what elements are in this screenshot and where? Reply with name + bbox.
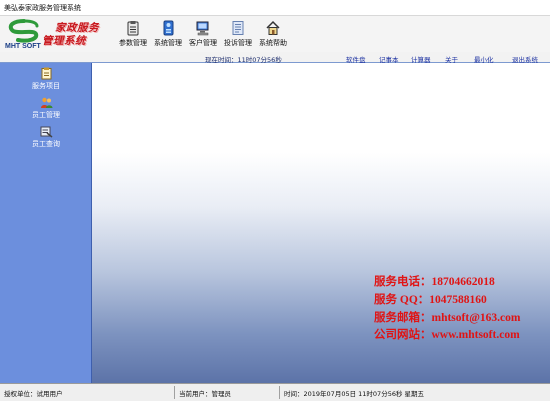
toolbar-button-help[interactable]: 系统帮助 bbox=[253, 20, 293, 52]
title-bar: 美弘泰家政服务管理系统 bbox=[0, 0, 550, 16]
toolbar-button-params[interactable]: 参数管理 bbox=[113, 20, 153, 52]
document-icon bbox=[232, 21, 244, 35]
link-about[interactable]: 关于 bbox=[445, 54, 458, 64]
window-title: 美弘泰家政服务管理系统 bbox=[4, 4, 81, 12]
status-datetime: 时间：2019年07月05日 11时07分56秒 星期五 bbox=[284, 390, 425, 398]
contact-phone: 服务电话：18704662018 bbox=[374, 276, 495, 288]
sidebar-item-staff-search[interactable]: 员工查询 bbox=[0, 125, 92, 151]
toolbar-button-label: 投诉管理 bbox=[224, 39, 252, 47]
toolbar-button-customers[interactable]: 客户管理 bbox=[183, 20, 223, 52]
toolbar-button-label: 系统管理 bbox=[154, 39, 182, 47]
brand-title: 家政服务 管理系统 bbox=[42, 22, 99, 48]
staff-search-icon bbox=[40, 126, 52, 138]
status-divider bbox=[279, 386, 280, 399]
contact-email: 服务邮箱：mhtsoft@163.com bbox=[374, 311, 521, 324]
quick-links-bar: 现在时间：11时07分56秒 软件盘 记事本 计算器 关于 最小化 退出系统 bbox=[0, 52, 550, 64]
clipboard-icon bbox=[127, 21, 139, 36]
toolbar-button-label: 参数管理 bbox=[119, 39, 147, 47]
contact-info: 服务电话：18704662018 服务 QQ：1047588160 服务邮箱：m… bbox=[374, 274, 520, 345]
sidebar: 服务项目 员工管理 员工查询 bbox=[0, 63, 92, 383]
status-bar: 授权单位：试用用户 当前用户：管理员 时间：2019年07月05日 11时07分… bbox=[0, 383, 550, 401]
toolbar-button-label: 客户管理 bbox=[189, 39, 217, 47]
authorized-unit: 授权单位：试用用户 bbox=[4, 390, 63, 398]
sidebar-item-label: 员工管理 bbox=[32, 111, 60, 119]
toolbar: MHT SOFT 家政服务 管理系统 参数管理 系统管理 客户管理 投诉管理 系… bbox=[0, 16, 550, 52]
toolbar-button-system[interactable]: 系统管理 bbox=[148, 20, 188, 52]
link-calculator[interactable]: 计算器 bbox=[411, 54, 431, 64]
main-content-area: 服务电话：18704662018 服务 QQ：1047588160 服务邮箱：m… bbox=[92, 63, 550, 383]
computer-icon bbox=[196, 21, 209, 36]
system-icon bbox=[163, 20, 174, 36]
link-minimize[interactable]: 最小化 bbox=[474, 54, 494, 64]
staff-icon bbox=[40, 97, 52, 108]
sidebar-item-service-items[interactable]: 服务项目 bbox=[0, 67, 92, 93]
current-user: 当前用户：管理员 bbox=[179, 390, 231, 398]
brand-line-1: 家政服务 bbox=[55, 23, 99, 34]
brand-line-2: 管理系统 bbox=[42, 36, 86, 47]
sidebar-item-staff-management[interactable]: 员工管理 bbox=[0, 96, 92, 122]
current-time: 现在时间：11时07分56秒 bbox=[205, 55, 282, 64]
service-items-icon bbox=[41, 67, 51, 80]
contact-qq: 服务 QQ：1047588160 bbox=[374, 293, 487, 306]
status-divider bbox=[174, 386, 175, 399]
contact-website: 公司网站：www.mhtsoft.com bbox=[374, 329, 520, 342]
link-notepad[interactable]: 记事本 bbox=[379, 54, 399, 64]
toolbar-button-complaints[interactable]: 投诉管理 bbox=[218, 20, 258, 52]
link-exit[interactable]: 退出系统 bbox=[512, 54, 538, 64]
toolbar-button-label: 系统帮助 bbox=[259, 39, 287, 47]
sidebar-item-label: 员工查询 bbox=[32, 140, 60, 148]
link-soft-keyboard[interactable]: 软件盘 bbox=[346, 54, 366, 64]
logo-text: MHT SOFT bbox=[5, 43, 41, 50]
sidebar-item-label: 服务项目 bbox=[32, 82, 60, 90]
house-icon bbox=[266, 20, 280, 35]
